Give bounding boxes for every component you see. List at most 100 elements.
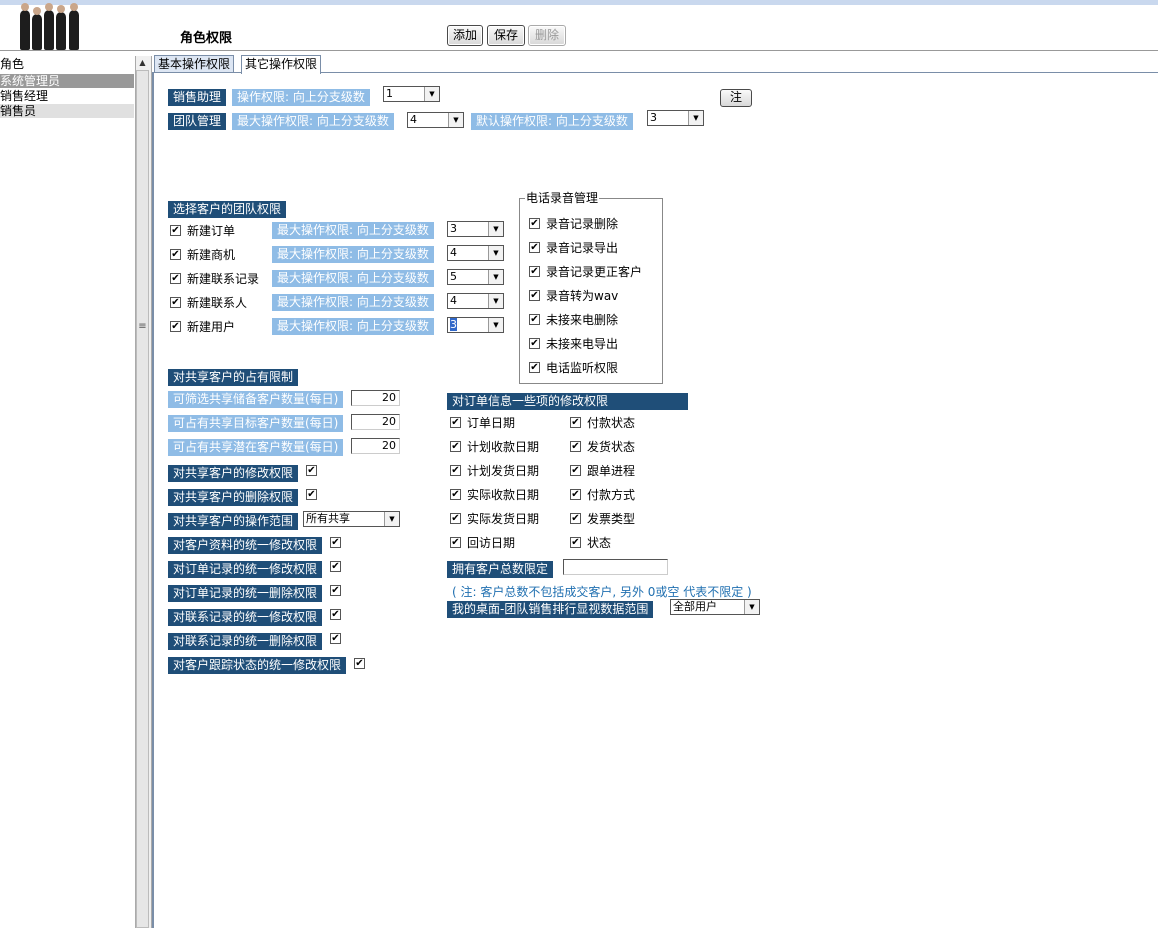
- team-section-title: 选择客户的团队权限: [168, 201, 287, 218]
- new-contact-record-select[interactable]: 5 ▼: [447, 269, 504, 285]
- unified-contact-modify-label: 对联系记录的统一修改权限: [168, 609, 323, 626]
- checkbox-payment-status[interactable]: ✔: [570, 417, 581, 428]
- checkbox-payment-method[interactable]: ✔: [570, 489, 581, 500]
- team-mgmt-default-select[interactable]: 3 ▼: [647, 110, 704, 126]
- role-item-admin[interactable]: 系统管理员: [0, 74, 134, 88]
- new-user-perm-label: 最大操作权限: 向上分支级数: [272, 318, 434, 335]
- tab-other-permissions[interactable]: 其它操作权限: [241, 55, 322, 74]
- chevron-down-icon: ▼: [384, 512, 399, 526]
- new-contact-record-perm-label: 最大操作权限: 向上分支级数: [272, 270, 434, 287]
- unified-tracking-status-label: 对客户跟踪状态的统一修改权限: [168, 657, 347, 674]
- checkbox-planned-delivery-date[interactable]: ✔: [450, 465, 461, 476]
- shared-scope-select[interactable]: 所有共享 ▼: [303, 511, 400, 527]
- checkbox-new-opportunity[interactable]: ✔: [170, 249, 181, 260]
- sales-assistant-perm-label: 操作权限: 向上分支级数: [232, 89, 370, 106]
- save-button[interactable]: 保存: [487, 25, 525, 46]
- shared-scope-label: 对共享客户的操作范围: [168, 513, 299, 530]
- checkbox-new-contact[interactable]: ✔: [170, 297, 181, 308]
- shared-limit-reserve-input[interactable]: 20: [351, 390, 400, 406]
- checkbox-correct-recording-customer[interactable]: ✔: [529, 266, 540, 277]
- shared-section-title: 对共享客户的占有限制: [168, 369, 299, 386]
- delivery-status-label: 发货状态: [587, 440, 636, 454]
- checkbox-new-user[interactable]: ✔: [170, 321, 181, 332]
- checkbox-unified-contact-delete[interactable]: ✔: [330, 633, 341, 644]
- shared-limit-reserve-label: 可筛选共享储备客户数量(每日): [168, 391, 344, 408]
- invoice-type-label: 发票类型: [587, 512, 636, 526]
- delete-missed-call-label: 未接来电删除: [546, 313, 619, 327]
- checkbox-status[interactable]: ✔: [570, 537, 581, 548]
- splitter-grip-icon[interactable]: ≡: [135, 320, 150, 334]
- chevron-down-icon: ▼: [488, 222, 503, 236]
- checkbox-order-date[interactable]: ✔: [450, 417, 461, 428]
- call-monitoring-label: 电话监听权限: [546, 361, 619, 375]
- checkbox-delete-recording[interactable]: ✔: [529, 218, 540, 229]
- checkbox-order-progress[interactable]: ✔: [570, 465, 581, 476]
- checkbox-call-monitoring[interactable]: ✔: [529, 362, 540, 373]
- checkbox-recording-to-wav[interactable]: ✔: [529, 290, 540, 301]
- new-contact-select[interactable]: 4 ▼: [447, 293, 504, 309]
- checkbox-shared-delete[interactable]: ✔: [306, 489, 317, 500]
- new-opportunity-label: 新建商机: [187, 248, 236, 262]
- chevron-down-icon: ▼: [448, 113, 463, 127]
- order-progress-label: 跟单进程: [587, 464, 636, 478]
- checkbox-new-contact-record[interactable]: ✔: [170, 273, 181, 284]
- customer-total-note: ( 注: 客户总数不包括成交客户, 另外 0或空 代表不限定 ): [452, 585, 752, 599]
- role-list-header: 角色: [0, 57, 25, 71]
- chevron-down-icon: ▼: [688, 111, 703, 125]
- note-button[interactable]: 注: [720, 89, 752, 107]
- add-button[interactable]: 添加: [447, 25, 483, 46]
- new-order-label: 新建订单: [187, 224, 236, 238]
- tab-basic-permissions[interactable]: 基本操作权限: [154, 55, 235, 73]
- checkbox-shared-modify[interactable]: ✔: [306, 465, 317, 476]
- payment-status-label: 付款状态: [587, 416, 636, 430]
- role-item-sales-manager[interactable]: 销售经理: [0, 89, 134, 103]
- checkbox-new-order[interactable]: ✔: [170, 225, 181, 236]
- checkbox-unified-order-delete[interactable]: ✔: [330, 585, 341, 596]
- checkbox-export-recording[interactable]: ✔: [529, 242, 540, 253]
- payment-method-label: 付款方式: [587, 488, 636, 502]
- checkbox-delivery-status[interactable]: ✔: [570, 441, 581, 452]
- checkbox-planned-payment-date[interactable]: ✔: [450, 441, 461, 452]
- checkbox-unified-order-modify[interactable]: ✔: [330, 561, 341, 572]
- scrollbar-thumb[interactable]: [136, 70, 149, 928]
- new-contact-record-label: 新建联系记录: [187, 272, 260, 286]
- role-item-salesperson[interactable]: 销售员: [0, 104, 134, 118]
- new-order-perm-label: 最大操作权限: 向上分支级数: [272, 222, 434, 239]
- desktop-ranking-scope-select[interactable]: 全部用户 ▼: [670, 599, 760, 615]
- customer-total-limit-input[interactable]: [563, 559, 668, 575]
- chevron-down-icon: ▼: [488, 294, 503, 308]
- new-user-select[interactable]: 3 ▼: [447, 317, 504, 333]
- chevron-down-icon: ▼: [744, 600, 759, 614]
- unified-contact-delete-label: 对联系记录的统一删除权限: [168, 633, 323, 650]
- new-contact-perm-label: 最大操作权限: 向上分支级数: [272, 294, 434, 311]
- team-mgmt-label: 团队管理: [168, 113, 227, 130]
- checkbox-revisit-date[interactable]: ✔: [450, 537, 461, 548]
- revisit-date-label: 回访日期: [467, 536, 516, 550]
- delete-recording-label: 录音记录删除: [546, 217, 619, 231]
- customer-total-limit-label: 拥有客户总数限定: [447, 561, 554, 578]
- checkbox-unified-tracking-status[interactable]: ✔: [354, 658, 365, 669]
- delete-button[interactable]: 删除: [528, 25, 566, 46]
- scroll-up-icon[interactable]: ▲: [135, 56, 150, 70]
- checkbox-delete-missed-call[interactable]: ✔: [529, 314, 540, 325]
- checkbox-actual-payment-date[interactable]: ✔: [450, 489, 461, 500]
- header-bar: [0, 5, 1158, 51]
- sales-assistant-select[interactable]: 1 ▼: [383, 86, 440, 102]
- team-mgmt-default-label: 默认操作权限: 向上分支级数: [471, 113, 633, 130]
- new-opportunity-select[interactable]: 4 ▼: [447, 245, 504, 261]
- checkbox-export-missed-call[interactable]: ✔: [529, 338, 540, 349]
- team-mgmt-max-select[interactable]: 4 ▼: [407, 112, 464, 128]
- unified-order-delete-label: 对订单记录的统一删除权限: [168, 585, 323, 602]
- checkbox-unified-contact-modify[interactable]: ✔: [330, 609, 341, 620]
- new-order-select[interactable]: 3 ▼: [447, 221, 504, 237]
- checkbox-invoice-type[interactable]: ✔: [570, 513, 581, 524]
- checkbox-actual-delivery-date[interactable]: ✔: [450, 513, 461, 524]
- export-recording-label: 录音记录导出: [546, 241, 619, 255]
- actual-payment-date-label: 实际收款日期: [467, 488, 540, 502]
- desktop-ranking-scope-label: 我的桌面-团队销售排行显视数据范围: [447, 601, 654, 618]
- shared-limit-potential-input[interactable]: 20: [351, 438, 400, 454]
- shared-limit-potential-label: 可占有共享潜在客户数量(每日): [168, 439, 344, 456]
- new-contact-label: 新建联系人: [187, 296, 248, 310]
- shared-limit-target-input[interactable]: 20: [351, 414, 400, 430]
- checkbox-unified-customer-modify[interactable]: ✔: [330, 537, 341, 548]
